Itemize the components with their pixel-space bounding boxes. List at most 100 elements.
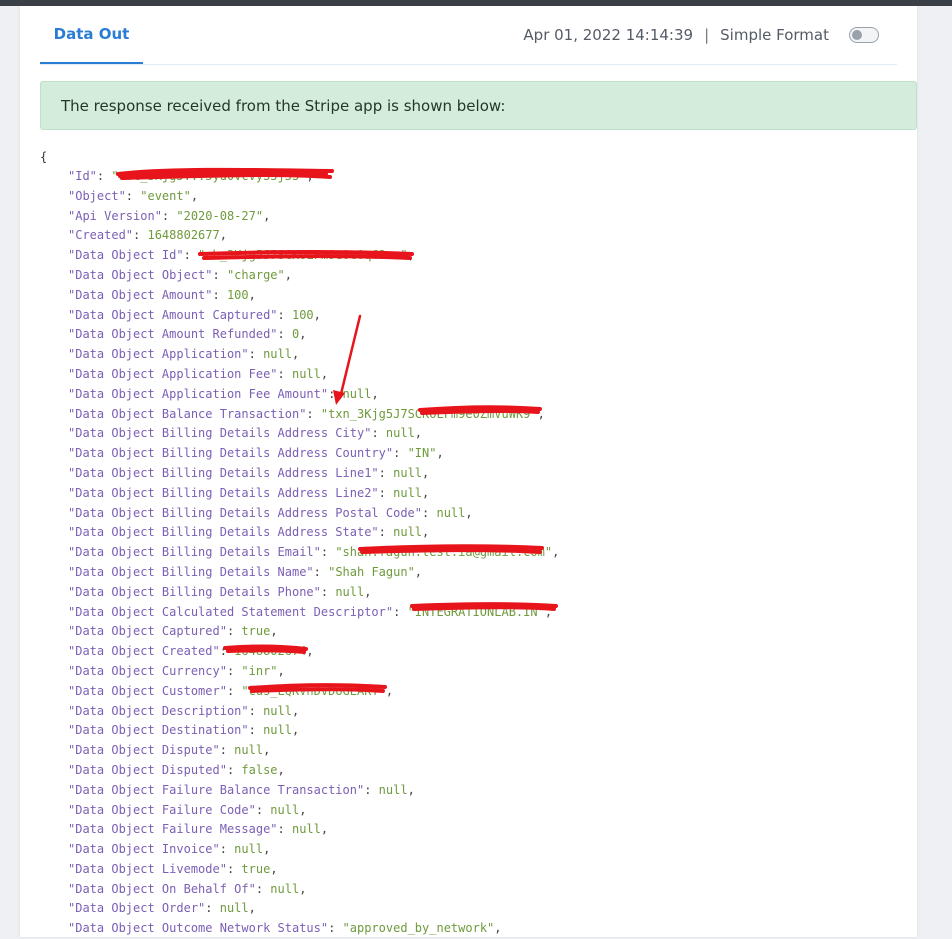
json-key: "Data Object Captured" [68, 624, 227, 639]
json-line: "Data Object Calculated Statement Descri… [40, 603, 900, 623]
json-line: "Data Object Object": "charge", [40, 266, 900, 286]
json-key: "Data Object Billing Details Email" [68, 545, 321, 560]
json-colon: : [161, 208, 177, 223]
json-line: "Data Object Application Fee Amount": nu… [40, 385, 900, 405]
json-line: "Data Object Application": null, [40, 345, 900, 365]
json-value: false [241, 762, 278, 777]
json-value: "cus_LQKVhDvDoGEAKT" [241, 683, 386, 698]
json-value: 100 [226, 287, 249, 302]
json-value: null [385, 426, 415, 441]
json-value: "inr" [241, 663, 278, 678]
json-key: "Object" [68, 188, 126, 203]
open-brace: { [40, 150, 48, 164]
json-colon: : [183, 248, 199, 263]
json-value: null [263, 347, 292, 362]
json-line: "Data Object Billing Details Email": "sh… [40, 543, 900, 563]
json-value: true [241, 624, 271, 639]
tab-data-out[interactable]: Data Out [40, 6, 143, 64]
json-colon: : [248, 723, 264, 738]
json-line: "Data Object Balance Transaction": "txn_… [40, 405, 900, 425]
json-value: "approved_by_network" [342, 921, 495, 936]
json-comma: , [537, 406, 545, 421]
json-comma: , [407, 248, 415, 263]
json-value: "Shah Fagun" [328, 564, 415, 579]
json-line: "Data Object Currency": "inr", [40, 662, 900, 682]
json-value: "shah.fagun.test.ia@gmail.com" [335, 545, 553, 560]
json-value: null [263, 703, 292, 718]
json-comma: , [436, 446, 444, 461]
json-line: "Data Object Failure Balance Transaction… [40, 781, 900, 801]
json-colon: : [219, 842, 235, 857]
json-colon: : [328, 921, 343, 936]
alert-message: The response received from the Stripe ap… [61, 96, 506, 115]
simple-format-label: Simple Format [720, 26, 829, 44]
json-value: null [393, 465, 423, 480]
json-colon: : [364, 782, 379, 797]
json-comma: , [299, 327, 307, 342]
json-line: "Data Object Amount Captured": 100, [40, 306, 900, 326]
json-line: "Data Object Livemode": true, [40, 860, 900, 880]
json-key: "Data Object Id" [68, 248, 184, 263]
json-key: "Data Object Invoice" [68, 842, 220, 857]
json-line: "Data Object Dispute": null, [40, 741, 900, 761]
json-colon: : [212, 267, 227, 282]
json-key: "Data Object Billing Details Address Cit… [68, 426, 372, 441]
timestamp: Apr 01, 2022 14:14:39 [523, 26, 694, 44]
json-key: "Created" [68, 228, 134, 243]
json-colon: : [371, 426, 386, 441]
json-colon: : [393, 604, 408, 619]
json-key: "Data Object Destination" [68, 723, 249, 738]
json-comma: , [284, 267, 292, 282]
json-key: "Data Object Billing Details Address Lin… [68, 485, 379, 500]
json-value: null [393, 485, 423, 500]
json-value: null [378, 782, 408, 797]
json-key: "Data Object Application Fee" [68, 366, 278, 381]
json-line: "Data Object Application Fee": null, [40, 365, 900, 385]
json-key: "Data Object Calculated Statement Descri… [68, 604, 394, 619]
json-colon: : [422, 505, 437, 520]
json-comma: , [414, 426, 423, 441]
simple-format-toggle[interactable] [849, 27, 879, 43]
json-comma: , [219, 228, 227, 243]
json-value: "txn_3Kjg5J7SCKOLFm9e0ZmVuWK9" [320, 406, 538, 421]
json-response-block: { "Id": "evt_3Kjg5...5yd0vcvy35j53", "Obj… [40, 148, 900, 939]
json-line: "Object": "event", [40, 187, 900, 207]
json-key: "Data Object Amount Refunded" [68, 327, 278, 342]
json-colon: : [393, 446, 408, 461]
json-value: null [291, 822, 321, 837]
json-line: "Data Object Billing Details Address Cit… [40, 424, 900, 444]
json-comma: , [299, 802, 307, 817]
json-value: 1648802677 [147, 228, 220, 243]
json-key: "Data Object Failure Code" [68, 802, 256, 817]
json-key: "Data Object Order" [68, 901, 206, 916]
json-colon: : [378, 485, 394, 500]
json-comma: , [320, 366, 329, 381]
json-line: "Data Object Invoice": null, [40, 840, 900, 860]
json-value: null [270, 802, 300, 817]
json-value: null [393, 525, 423, 540]
json-line: "Data Object Created": 1648802674, [40, 642, 900, 662]
json-key: "Data Object Dispute" [68, 743, 220, 758]
data-out-panel: Data Out Apr 01, 2022 14:14:39 | Simple … [20, 6, 917, 937]
json-colon: : [133, 228, 148, 243]
json-comma: , [248, 287, 256, 302]
json-line: "Data Object On Behalf Of": null, [40, 880, 900, 900]
json-colon: : [328, 386, 343, 401]
json-comma: , [371, 386, 379, 401]
json-line: "Data Object Billing Details Phone": nul… [40, 583, 900, 603]
json-comma: , [552, 545, 560, 560]
json-comma: , [385, 683, 394, 698]
json-colon: : [205, 901, 220, 916]
json-value: null [335, 584, 365, 599]
json-key: "Data Object Outcome Network Status" [68, 921, 329, 936]
json-key: "Data Object Currency" [68, 663, 227, 678]
json-comma: , [270, 861, 278, 876]
json-colon: : [277, 366, 292, 381]
json-key: "Data Object Object" [68, 267, 213, 282]
json-key: "Data Object Application Fee Amount" [68, 386, 329, 401]
json-value: "evt_3Kjg5...5yd0vcvy35j53" [111, 169, 307, 183]
json-key: "Data Object Billing Details Address Cou… [68, 446, 394, 461]
json-key: "Data Object Customer" [68, 683, 227, 698]
json-line: "Data Object Failure Code": null, [40, 801, 900, 821]
json-colon: : [219, 644, 235, 659]
